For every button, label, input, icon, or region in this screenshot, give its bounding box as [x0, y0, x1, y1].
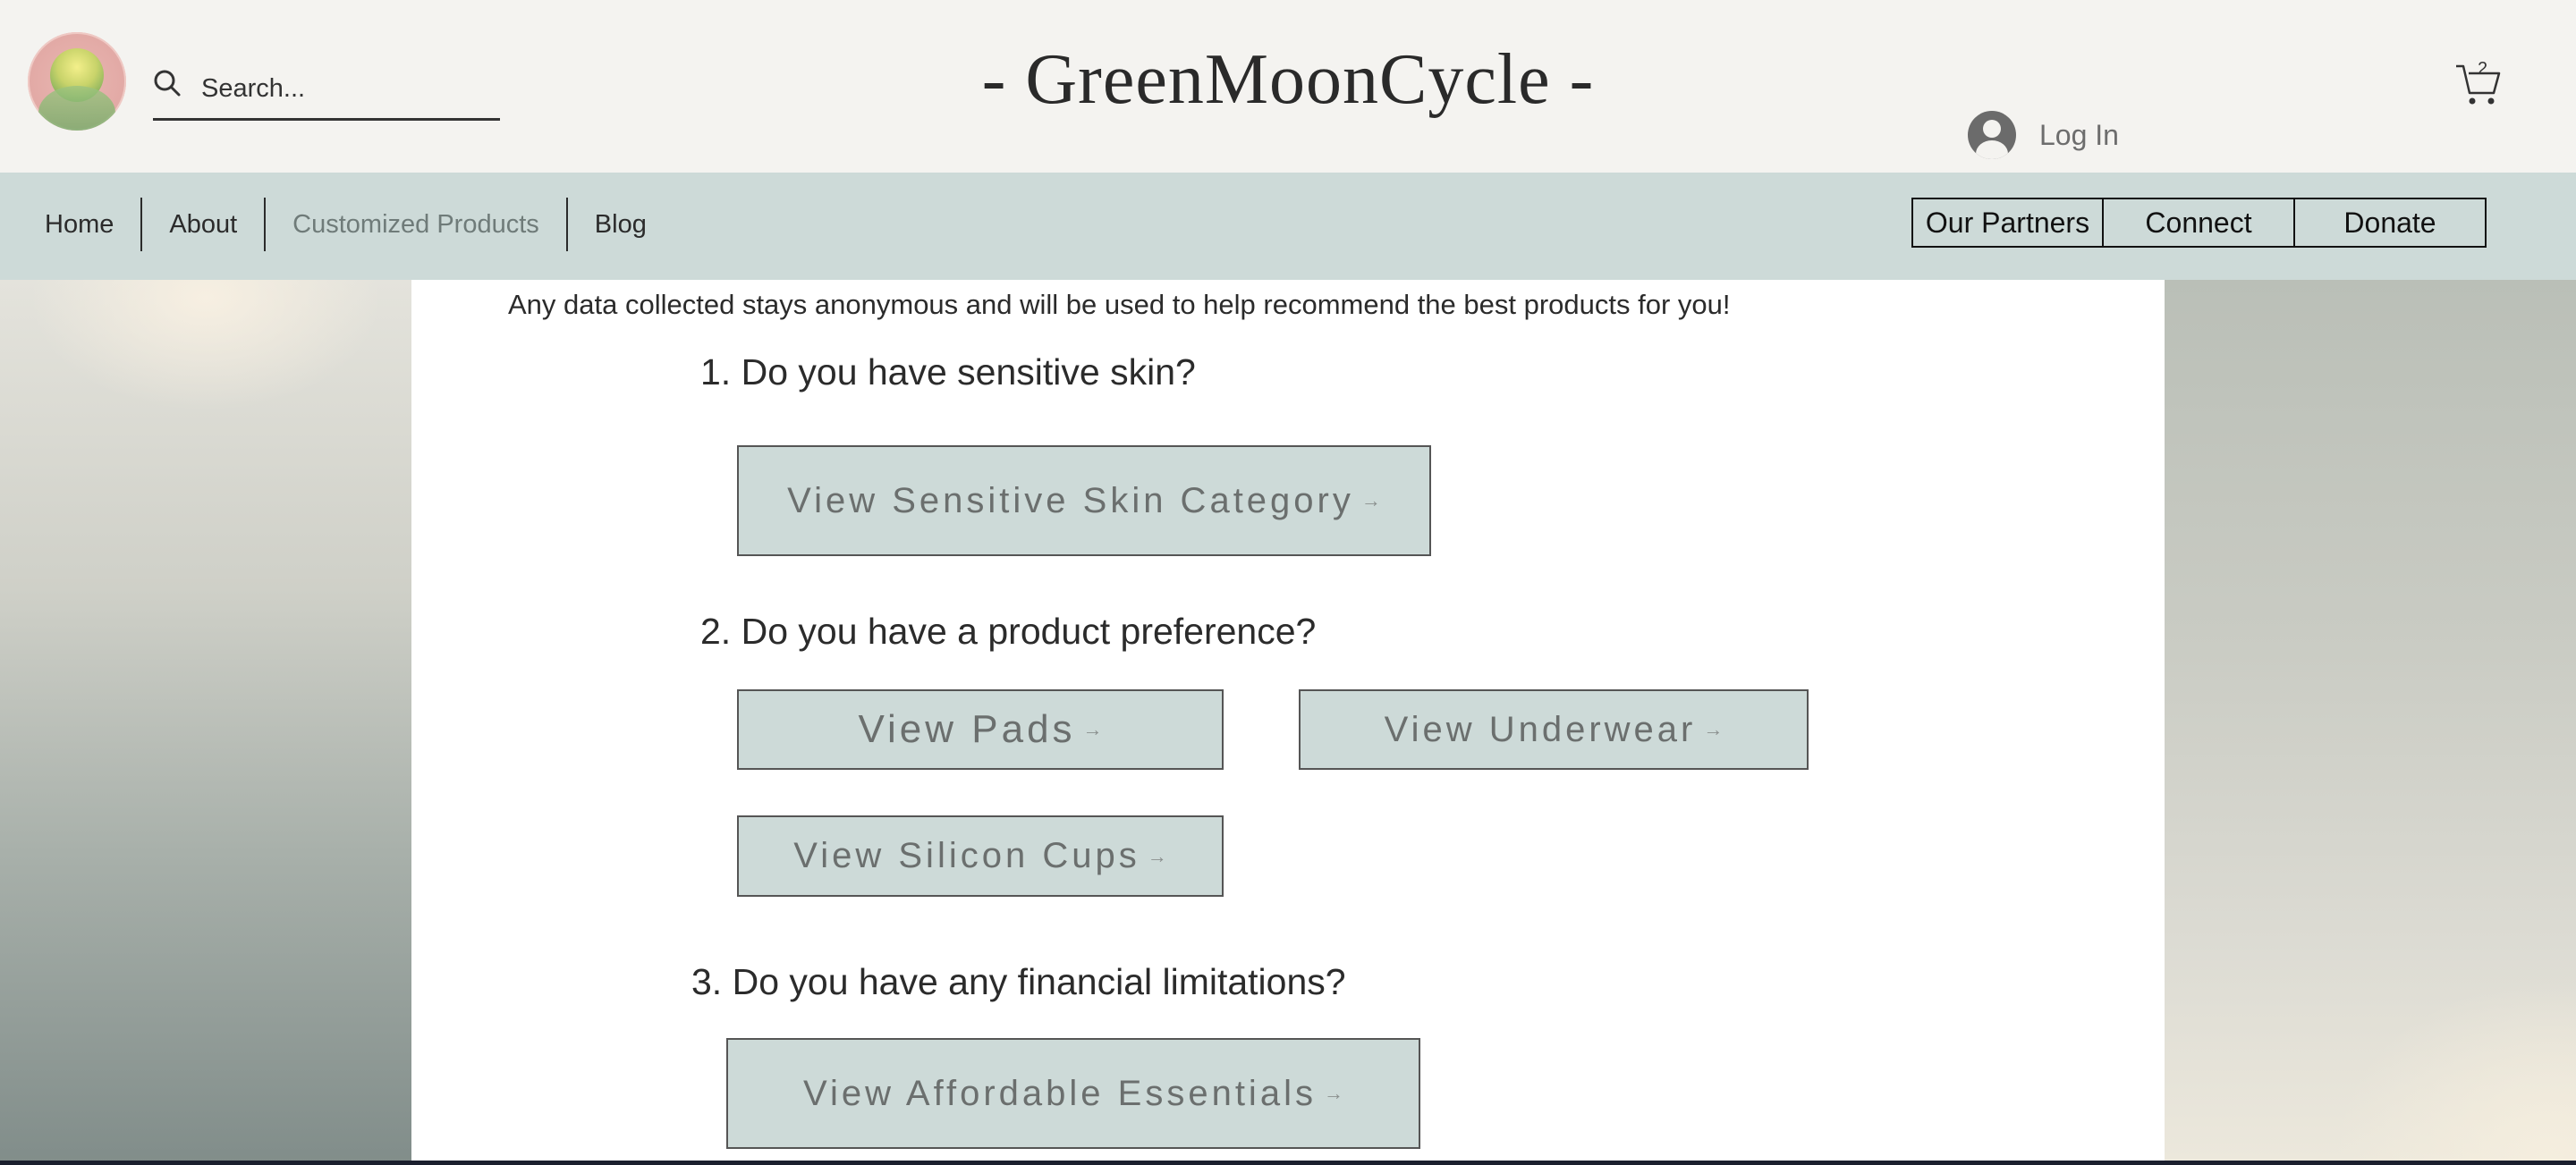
- login-button[interactable]: Log In: [1968, 108, 2119, 162]
- donate-button[interactable]: Donate: [2293, 198, 2487, 248]
- button-label: View Pads: [858, 707, 1076, 751]
- question-sensitive-skin: 1. Do you have sensitive skin?: [700, 351, 1196, 393]
- connect-button[interactable]: Connect: [2102, 198, 2295, 248]
- button-label: View Silicon Cups: [793, 836, 1140, 875]
- view-silicon-cups-button[interactable]: View Silicon Cups →: [737, 815, 1224, 897]
- user-avatar-icon: [1968, 111, 2016, 159]
- button-label: View Affordable Essentials: [803, 1073, 1317, 1113]
- question-product-preference: 2. Do you have a product preference?: [700, 611, 1317, 652]
- button-label: View Sensitive Skin Category: [787, 480, 1354, 520]
- nav-action-buttons: Our Partners Connect Donate: [1911, 198, 2487, 248]
- view-underwear-button[interactable]: View Underwear →: [1299, 689, 1809, 770]
- nav-item-home[interactable]: Home: [18, 198, 140, 251]
- site-header: - GreenMoonCycle - Log In 2: [0, 0, 2576, 173]
- site-title[interactable]: - GreenMoonCycle -: [0, 39, 2576, 121]
- background-right-panel: [2165, 280, 2576, 1162]
- button-label: View Underwear: [1384, 709, 1697, 749]
- arrow-right-icon: →: [1323, 1082, 1343, 1104]
- intro-text: Any data collected stays anonymous and w…: [508, 289, 1731, 320]
- question-financial-limitations: 3. Do you have any financial limitations…: [691, 961, 1346, 1002]
- arrow-right-icon: →: [1703, 718, 1724, 740]
- nav-menu: Home About Customized Products Blog: [18, 198, 674, 251]
- arrow-right-icon: →: [1147, 844, 1167, 867]
- arrow-right-icon: →: [1360, 489, 1381, 511]
- arrow-right-icon: →: [1082, 718, 1103, 740]
- view-sensitive-skin-button[interactable]: View Sensitive Skin Category →: [737, 445, 1431, 556]
- cart-button[interactable]: 2: [2454, 59, 2501, 107]
- nav-item-customized-products[interactable]: Customized Products: [266, 198, 566, 251]
- background-left-panel: [0, 280, 411, 1162]
- cart-count-badge: 2: [2478, 59, 2488, 79]
- nav-item-about[interactable]: About: [142, 198, 264, 251]
- main-navigation: Home About Customized Products Blog Our …: [0, 173, 2576, 280]
- window-bottom-edge: [0, 1161, 2576, 1165]
- our-partners-button[interactable]: Our Partners: [1911, 198, 2104, 248]
- nav-item-blog[interactable]: Blog: [568, 198, 674, 251]
- main-content: Any data collected stays anonymous and w…: [411, 280, 2165, 1162]
- login-label: Log In: [2039, 118, 2119, 151]
- view-affordable-essentials-button[interactable]: View Affordable Essentials →: [726, 1038, 1420, 1149]
- view-pads-button[interactable]: View Pads →: [737, 689, 1224, 770]
